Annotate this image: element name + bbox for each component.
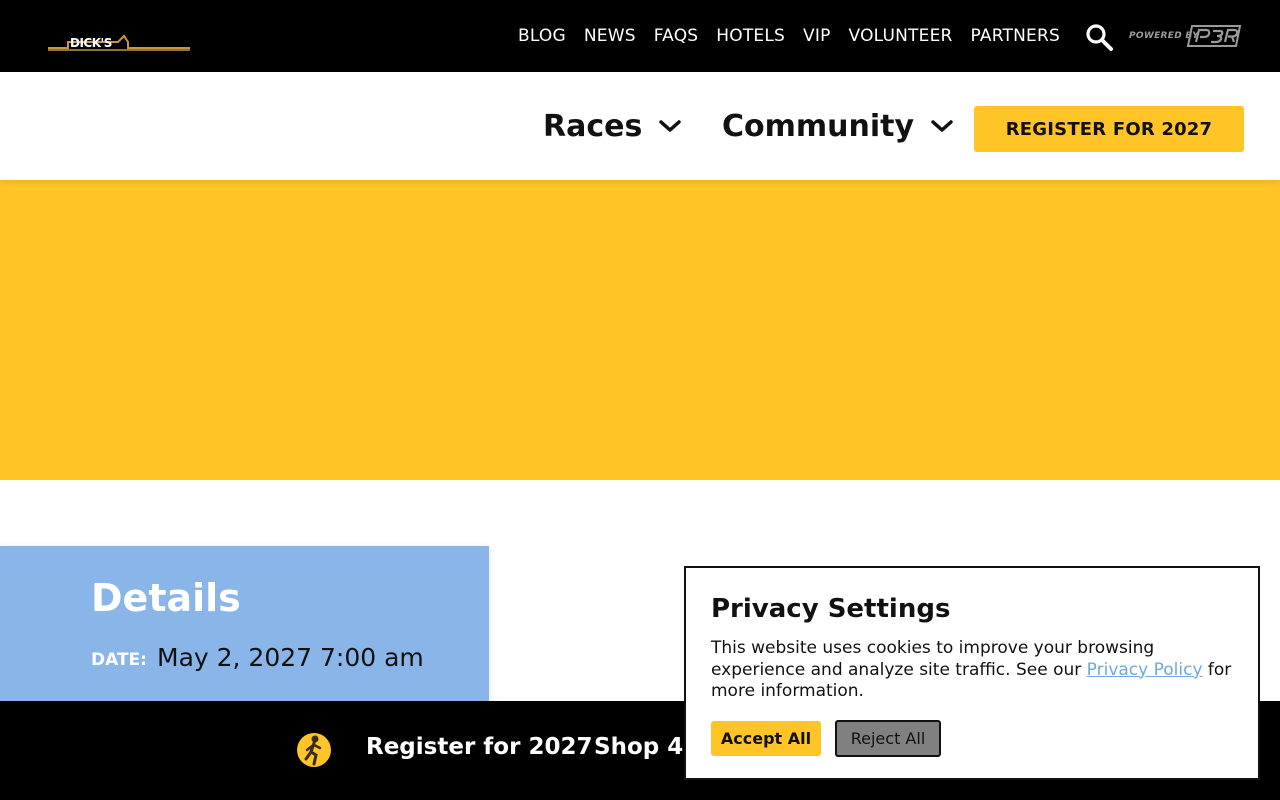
- details-card: [0, 546, 489, 706]
- community-label: Community: [722, 108, 915, 144]
- privacy-description: This website uses cookies to improve you…: [711, 638, 1241, 703]
- date-label: DATE:: [91, 650, 147, 670]
- privacy-policy-link[interactable]: Privacy Policy: [1087, 660, 1203, 680]
- top-nav-volunteer[interactable]: VOLUNTEER: [849, 26, 953, 46]
- top-nav: BLOG NEWS FAQS HOTELS VIP VOLUNTEER PART…: [518, 0, 1078, 72]
- privacy-settings-dialog: Privacy Settings This website uses cooki…: [684, 566, 1260, 780]
- details-title: Details: [91, 576, 241, 620]
- date-value: May 2, 2027 7:00 am: [157, 643, 424, 672]
- races-menu[interactable]: Races: [543, 72, 682, 180]
- top-nav-blog[interactable]: BLOG: [518, 26, 566, 46]
- accept-all-button[interactable]: Accept All: [711, 721, 821, 756]
- top-nav-news[interactable]: NEWS: [584, 26, 636, 46]
- top-bar: DICK'S BLOG NEWS FAQS HOTELS VIP VOLUNTE…: [0, 0, 1280, 72]
- p3r-logo-icon[interactable]: [1186, 24, 1242, 48]
- races-label: Races: [543, 108, 643, 144]
- top-nav-partners[interactable]: PARTNERS: [971, 26, 1060, 46]
- top-nav-hotels[interactable]: HOTELS: [716, 26, 785, 46]
- hero-banner: [0, 180, 1280, 480]
- bottom-register-link[interactable]: Register for 2027: [366, 734, 592, 760]
- reject-all-button[interactable]: Reject All: [835, 720, 941, 757]
- community-menu[interactable]: Community: [722, 72, 954, 180]
- main-nav: Races Community REGISTER FOR 2027: [0, 72, 1280, 180]
- chevron-down-icon: [659, 120, 682, 132]
- chevron-down-icon: [931, 120, 953, 132]
- top-nav-vip[interactable]: VIP: [803, 26, 831, 46]
- register-button[interactable]: REGISTER FOR 2027: [974, 106, 1244, 152]
- runner-icon: [297, 733, 331, 767]
- privacy-title: Privacy Settings: [711, 594, 951, 624]
- search-icon[interactable]: [1084, 22, 1114, 52]
- top-nav-faqs[interactable]: FAQS: [654, 26, 699, 46]
- logo-text: DICK'S: [70, 36, 112, 50]
